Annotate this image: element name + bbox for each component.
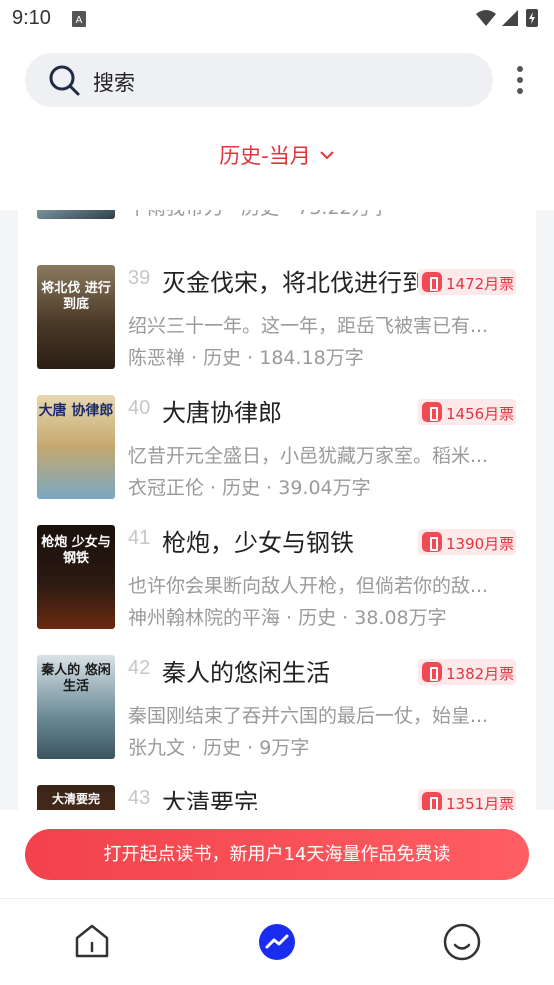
svg-text:A: A — [76, 15, 83, 26]
monthly-ticket-count: 1456月票 — [446, 405, 515, 423]
book-cover: 大唐 协律郎 — [37, 395, 115, 499]
book-meta: 下雨我带刀 · 历史 · 75.22万字 — [128, 210, 390, 220]
search-bar[interactable]: 搜索 — [25, 53, 493, 107]
book-rank: 40 — [128, 397, 151, 419]
list-item[interactable]: 大清要完 43 大清要完 1351月票 — [18, 785, 536, 810]
book-title: 秦人的悠闲生活 — [162, 659, 330, 687]
list-item[interactable]: 下雨我带刀 · 历史 · 75.22万字 — [18, 210, 536, 245]
ticket-icon — [422, 532, 442, 552]
monthly-ticket-badge: 1456月票 — [418, 399, 516, 425]
monthly-ticket-count: 1472月票 — [446, 275, 515, 293]
monthly-ticket-count: 1351月票 — [446, 795, 515, 810]
book-title: 枪炮，少女与钢铁 — [162, 529, 354, 557]
list-item[interactable]: 大唐 协律郎 40 大唐协律郎 1456月票 忆昔开元全盛日，小邑犹藏万家室。稻… — [18, 395, 536, 525]
monthly-ticket-badge: 1472月票 — [418, 269, 516, 295]
search-label: 搜索 — [93, 71, 135, 95]
clock: 9:10 — [12, 7, 51, 29]
cover-title: 将北伐 进行到底 — [41, 281, 111, 312]
monthly-ticket-badge: 1351月票 — [418, 789, 516, 810]
book-description: 也许你会果断向敌人开枪，但倘若你的敌... — [128, 575, 489, 597]
book-cover — [37, 210, 115, 219]
book-cover: 枪炮 少女与钢铁 — [37, 525, 115, 629]
book-rank: 39 — [128, 267, 151, 289]
book-meta: 神州翰林院的平海 · 历史 · 38.08万字 — [128, 607, 447, 629]
ranking-icon[interactable] — [258, 923, 296, 961]
book-meta: 张九文 · 历史 · 9万字 — [128, 737, 310, 759]
list-item[interactable]: 将北伐 进行到底 39 灭金伐宋，将北伐进行到底 1472月票 绍兴三十一年。这… — [18, 265, 536, 395]
book-title: 大唐协律郎 — [162, 399, 282, 427]
ticket-icon — [422, 662, 442, 682]
sim-card-icon: A — [72, 11, 86, 27]
cover-title: 秦人的 悠闲生活 — [41, 663, 111, 694]
ticket-icon — [422, 792, 442, 810]
bottom-navigation — [0, 898, 554, 985]
list-item[interactable]: 枪炮 少女与钢铁 41 枪炮，少女与钢铁 1390月票 也许你会果断向敌人开枪，… — [18, 525, 536, 655]
book-rank: 42 — [128, 657, 151, 679]
book-cover: 将北伐 进行到底 — [37, 265, 115, 369]
book-rank: 43 — [128, 787, 151, 809]
ticket-icon — [422, 402, 442, 422]
monthly-ticket-badge: 1390月票 — [418, 529, 516, 555]
search-icon — [49, 65, 80, 96]
book-cover: 秦人的 悠闲生活 — [37, 655, 115, 759]
chevron-down-icon — [320, 151, 334, 160]
open-app-button[interactable]: 打开起点读书，新用户14天海量作品免费读 — [25, 829, 529, 880]
book-description: 绍兴三十一年。这一年，距岳飞被害已有... — [128, 315, 489, 337]
monthly-ticket-badge: 1382月票 — [418, 659, 516, 685]
book-meta: 陈恶禅 · 历史 · 184.18万字 — [128, 347, 364, 369]
ticket-icon — [422, 272, 442, 292]
category-selector[interactable]: 历史-当月 — [0, 140, 554, 174]
book-title: 大清要完 — [162, 789, 258, 810]
more-options-icon[interactable] — [512, 64, 528, 98]
category-label: 历史-当月 — [219, 144, 311, 168]
status-bar: 9:10 A — [0, 0, 554, 40]
cover-title: 枪炮 少女与钢铁 — [41, 535, 111, 566]
book-cover: 大清要完 — [37, 785, 115, 810]
cover-title: 大唐 协律郎 — [38, 403, 114, 419]
book-rank: 41 — [128, 527, 151, 549]
book-meta: 衣冠正伦 · 历史 · 39.04万字 — [128, 477, 371, 499]
book-description: 忆昔开元全盛日，小邑犹藏万家室。稻米... — [128, 445, 489, 467]
book-title: 灭金伐宋，将北伐进行到底 — [162, 269, 422, 297]
ranking-list[interactable]: 下雨我带刀 · 历史 · 75.22万字 将北伐 进行到底 39 灭金伐宋，将北… — [18, 210, 536, 810]
signal-battery-icons — [476, 9, 538, 27]
cover-title: 大清要完 — [51, 792, 100, 806]
profile-icon[interactable] — [443, 923, 481, 961]
monthly-ticket-count: 1382月票 — [446, 665, 515, 683]
promo-banner: 打开起点读书，新用户14天海量作品免费读 — [0, 810, 554, 898]
monthly-ticket-count: 1390月票 — [446, 535, 515, 553]
list-item[interactable]: 秦人的 悠闲生活 42 秦人的悠闲生活 1382月票 秦国刚结束了吞并六国的最后… — [18, 655, 536, 785]
home-icon[interactable] — [74, 923, 110, 959]
book-description: 秦国刚结束了吞并六国的最后一仗，始皇... — [128, 705, 489, 727]
